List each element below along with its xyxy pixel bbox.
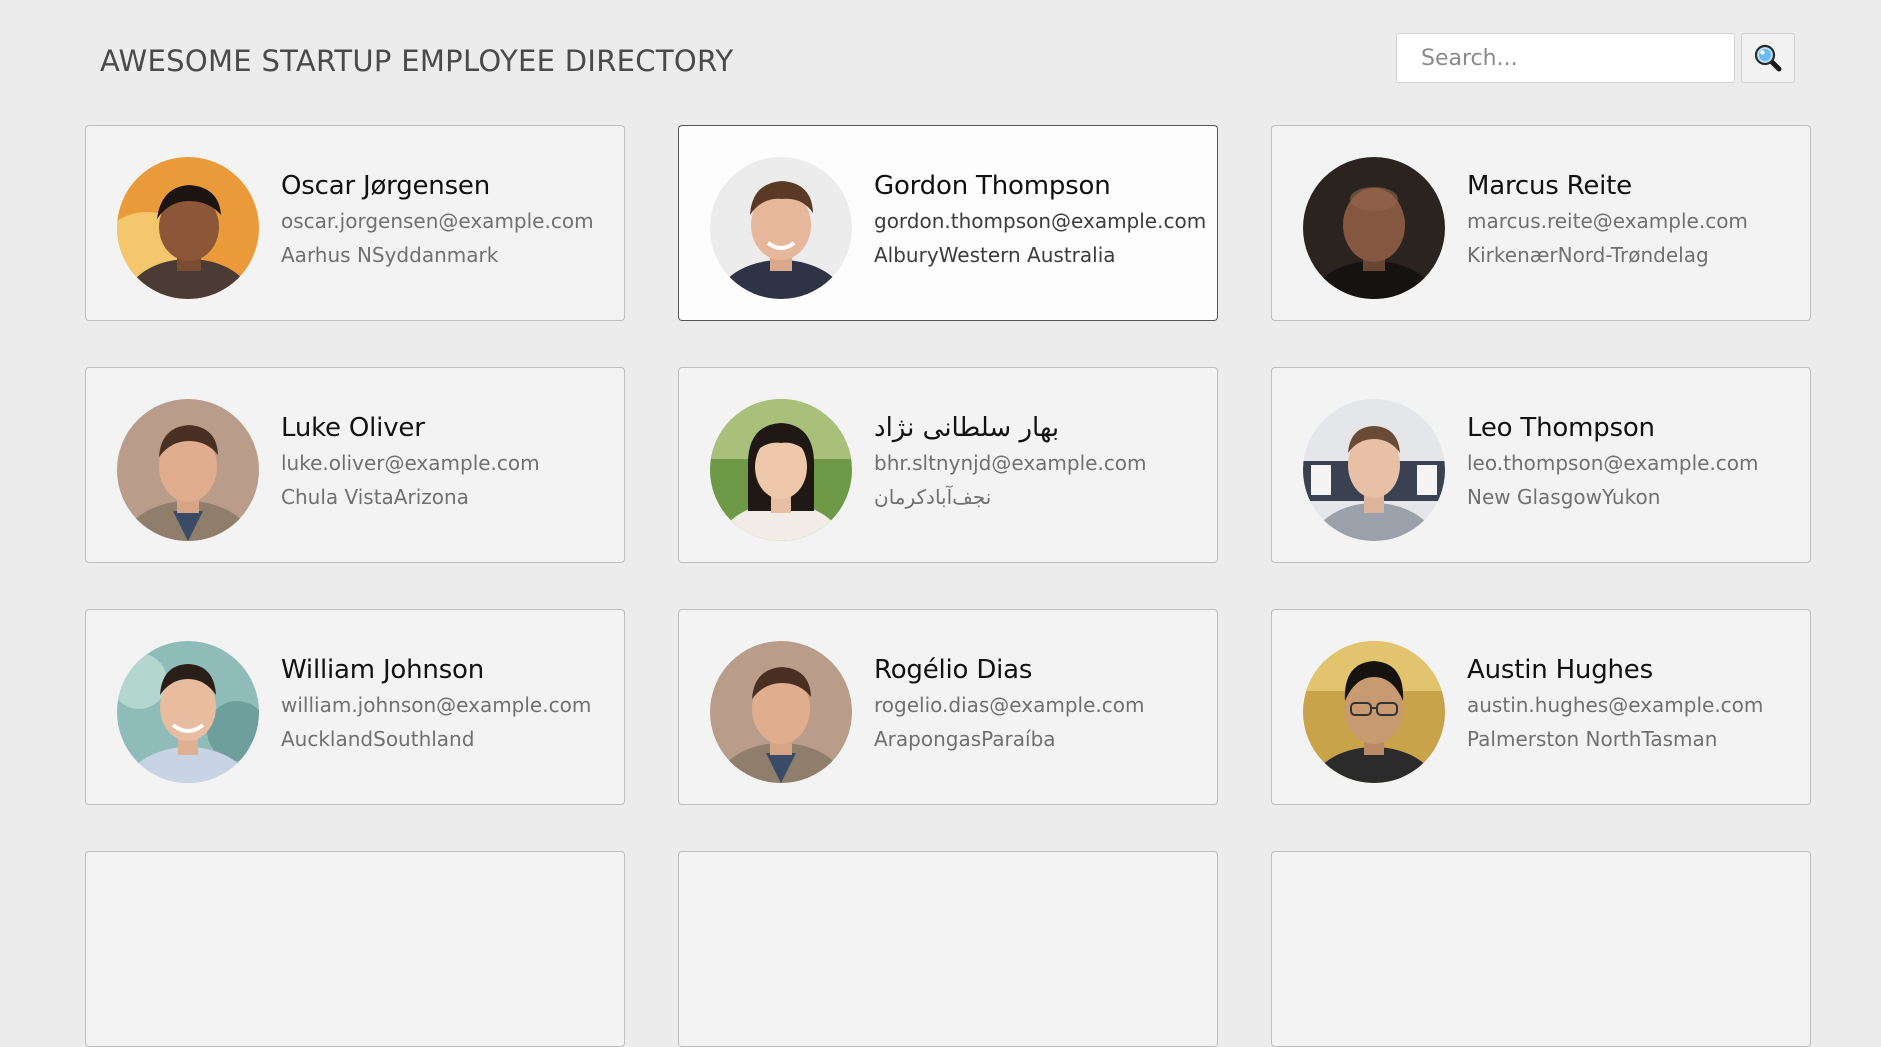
employee-card[interactable]: Luke Oliver luke.oliver@example.com Chul… (85, 367, 625, 563)
employee-avatar (710, 399, 852, 541)
employee-name: Marcus Reite (1467, 171, 1632, 201)
employee-card[interactable] (85, 851, 625, 1047)
employee-email: bhr.sltnynjd@example.com (874, 451, 1147, 475)
employee-email: william.johnson@example.com (281, 693, 592, 717)
employee-name: Gordon Thompson (874, 171, 1111, 201)
search-button[interactable] (1741, 33, 1795, 83)
employee-email: marcus.reite@example.com (1467, 209, 1748, 233)
magnifying-glass-icon (1742, 43, 1794, 73)
employee-card[interactable]: Gordon Thompson gordon.thompson@example.… (678, 125, 1218, 321)
employee-card[interactable]: Marcus Reite marcus.reite@example.com Ki… (1271, 125, 1811, 321)
employee-location: Chula VistaArizona (281, 485, 469, 509)
employee-card[interactable] (1271, 851, 1811, 1047)
employee-email: leo.thompson@example.com (1467, 451, 1759, 475)
employee-card[interactable] (678, 851, 1218, 1047)
employee-name: William Johnson (281, 655, 485, 685)
employee-location: AucklandSouthland (281, 727, 475, 751)
employee-avatar (117, 641, 259, 783)
employee-card[interactable]: Rogélio Dias rogelio.dias@example.com Ar… (678, 609, 1218, 805)
employee-card[interactable]: Leo Thompson leo.thompson@example.com Ne… (1271, 367, 1811, 563)
employee-location: Aarhus NSyddanmark (281, 243, 499, 267)
employee-grid: Oscar Jørgensen oscar.jorgensen@example.… (85, 125, 1811, 1047)
employee-name: Oscar Jørgensen (281, 171, 490, 201)
employee-avatar (1303, 399, 1445, 541)
employee-name: Rogélio Dias (874, 655, 1033, 685)
employee-avatar (117, 157, 259, 299)
employee-name: بهار سلطانی نژاد (874, 413, 1060, 443)
employee-avatar (1303, 641, 1445, 783)
employee-card[interactable]: William Johnson william.johnson@example.… (85, 609, 625, 805)
employee-avatar (1303, 157, 1445, 299)
employee-email: luke.oliver@example.com (281, 451, 540, 475)
page-title: AWESOME STARTUP EMPLOYEE DIRECTORY (100, 44, 734, 78)
employee-location: ArapongasParaíba (874, 727, 1056, 751)
employee-email: oscar.jorgensen@example.com (281, 209, 594, 233)
employee-avatar (117, 399, 259, 541)
employee-email: austin.hughes@example.com (1467, 693, 1764, 717)
employee-location: KirkenærNord-Trøndelag (1467, 243, 1709, 267)
employee-card[interactable]: Oscar Jørgensen oscar.jorgensen@example.… (85, 125, 625, 321)
employee-email: gordon.thompson@example.com (874, 209, 1207, 233)
employee-card[interactable]: Austin Hughes austin.hughes@example.com … (1271, 609, 1811, 805)
employee-avatar (710, 157, 852, 299)
employee-location: New GlasgowYukon (1467, 485, 1661, 509)
employee-email: rogelio.dias@example.com (874, 693, 1145, 717)
employee-avatar (710, 641, 852, 783)
employee-card[interactable]: بهار سلطانی نژاد bhr.sltnynjd@example.co… (678, 367, 1218, 563)
employee-location: Palmerston NorthTasman (1467, 727, 1718, 751)
search-input[interactable] (1396, 33, 1735, 83)
employee-name: Leo Thompson (1467, 413, 1655, 443)
employee-location: نجف‌آبادکرمان (874, 485, 992, 509)
page-header: AWESOME STARTUP EMPLOYEE DIRECTORY (0, 0, 1881, 110)
search-form (1396, 33, 1796, 83)
employee-location: AlburyWestern Australia (874, 243, 1116, 267)
employee-name: Austin Hughes (1467, 655, 1653, 685)
employee-name: Luke Oliver (281, 413, 425, 443)
